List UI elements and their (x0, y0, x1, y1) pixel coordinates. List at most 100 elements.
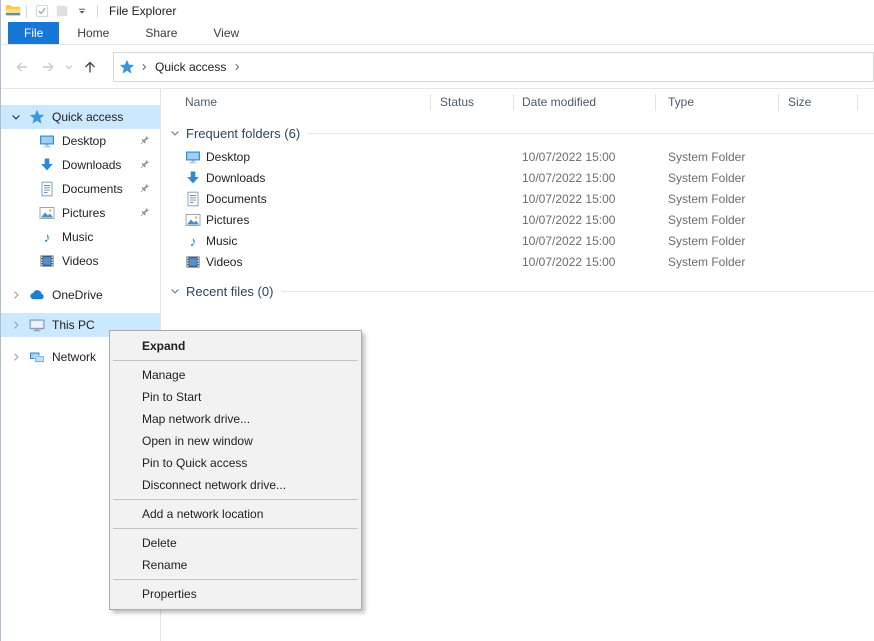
breadcrumb-segment[interactable]: Quick access (153, 60, 228, 74)
sidebar-item-label: Music (62, 230, 93, 244)
sidebar-item-label: Pictures (62, 206, 105, 220)
file-row-music[interactable]: ♪ Music 10/07/2022 15:00 System Folder (161, 231, 874, 252)
sidebar-item-label: Desktop (62, 134, 106, 148)
music-note-icon: ♪ (39, 229, 55, 245)
file-row-documents[interactable]: Documents 10/07/2022 15:00 System Folder (161, 189, 874, 210)
column-header-type[interactable]: Type (668, 89, 694, 115)
column-header-row: Name Status Date modified Type Size (161, 89, 874, 115)
recent-locations-button[interactable] (61, 54, 77, 80)
tab-file[interactable]: File (8, 22, 59, 44)
menu-item-pin-to-start[interactable]: Pin to Start (110, 386, 361, 408)
column-resize-handle[interactable] (778, 94, 779, 111)
forward-button[interactable] (35, 54, 61, 80)
sidebar-item-quick-access[interactable]: Quick access (1, 105, 160, 129)
column-header-status[interactable]: Status (440, 89, 474, 115)
sidebar-item-label: Documents (62, 182, 123, 196)
column-header-size[interactable]: Size (788, 89, 811, 115)
file-row-pictures[interactable]: Pictures 10/07/2022 15:00 System Folder (161, 210, 874, 231)
sidebar-item-videos[interactable]: Videos (1, 249, 160, 273)
menu-separator (113, 528, 358, 529)
menu-separator (113, 499, 358, 500)
chevron-down-icon[interactable] (10, 111, 22, 123)
videos-film-icon (185, 254, 201, 270)
network-icon (29, 349, 45, 365)
sidebar-item-documents[interactable]: Documents (1, 177, 160, 201)
menu-item-disconnect-network-drive[interactable]: Disconnect network drive... (110, 474, 361, 496)
file-type: System Folder (668, 231, 745, 252)
column-resize-handle[interactable] (430, 94, 431, 111)
file-row-videos[interactable]: Videos 10/07/2022 15:00 System Folder (161, 252, 874, 273)
file-name: Videos (206, 252, 242, 273)
ribbon-tab-bar: File Home Share View (1, 22, 874, 45)
breadcrumb-chevron-icon[interactable] (232, 62, 242, 72)
pin-icon (138, 207, 150, 219)
menu-item-rename[interactable]: Rename (110, 554, 361, 576)
column-resize-handle[interactable] (513, 94, 514, 111)
column-header-name[interactable]: Name (185, 89, 217, 115)
menu-item-manage[interactable]: Manage (110, 364, 361, 386)
desktop-icon (185, 149, 201, 165)
file-explorer-logo-icon (5, 3, 21, 19)
pin-icon (138, 159, 150, 171)
sidebar-item-onedrive[interactable]: OneDrive (1, 283, 160, 307)
up-button[interactable] (77, 54, 103, 80)
pin-icon (138, 183, 150, 195)
breadcrumb-chevron-icon[interactable] (139, 62, 149, 72)
chevron-right-icon[interactable] (10, 351, 22, 363)
file-row-desktop[interactable]: Desktop 10/07/2022 15:00 System Folder (161, 147, 874, 168)
menu-item-map-network-drive[interactable]: Map network drive... (110, 408, 361, 430)
sidebar-item-desktop[interactable]: Desktop (1, 129, 160, 153)
sidebar-item-pictures[interactable]: Pictures (1, 201, 160, 225)
menu-item-expand[interactable]: Expand (110, 335, 361, 357)
file-name: Music (206, 231, 237, 252)
pictures-icon (185, 212, 201, 228)
column-resize-handle[interactable] (857, 94, 858, 111)
music-note-icon: ♪ (185, 233, 201, 249)
back-button[interactable] (9, 54, 35, 80)
menu-item-pin-to-quick-access[interactable]: Pin to Quick access (110, 452, 361, 474)
menu-item-open-in-new-window[interactable]: Open in new window (110, 430, 361, 452)
file-date-modified: 10/07/2022 15:00 (522, 168, 615, 189)
sidebar-item-label: Network (52, 350, 96, 364)
menu-item-properties[interactable]: Properties (110, 583, 361, 605)
column-resize-handle[interactable] (655, 94, 656, 111)
group-chevron-icon[interactable] (169, 285, 181, 297)
quick-access-star-icon (119, 59, 135, 75)
group-header-label: Frequent folders (6) (186, 126, 300, 141)
quick-access-star-icon (29, 109, 45, 125)
onedrive-cloud-icon (29, 287, 45, 303)
group-header-recent-files[interactable]: Recent files (0) (161, 281, 874, 301)
sidebar-item-downloads[interactable]: Downloads (1, 153, 160, 177)
file-date-modified: 10/07/2022 15:00 (522, 252, 615, 273)
new-item-button[interactable] (52, 2, 72, 20)
menu-item-delete[interactable]: Delete (110, 532, 361, 554)
chevron-right-icon[interactable] (10, 319, 22, 331)
tab-home[interactable]: Home (59, 22, 127, 44)
file-date-modified: 10/07/2022 15:00 (522, 231, 615, 252)
sidebar-item-music[interactable]: ♪ Music (1, 225, 160, 249)
file-type: System Folder (668, 189, 745, 210)
computer-icon (29, 317, 45, 333)
menu-item-add-a-network-location[interactable]: Add a network location (110, 503, 361, 525)
documents-icon (185, 191, 201, 207)
customize-quick-access-toolbar-button[interactable] (72, 2, 92, 20)
sidebar-item-label: Downloads (62, 158, 121, 172)
videos-film-icon (39, 253, 55, 269)
toolbar-separator (97, 5, 98, 18)
group-chevron-icon[interactable] (169, 127, 181, 139)
tab-view[interactable]: View (195, 22, 257, 44)
sidebar-item-label: Videos (62, 254, 98, 268)
pictures-icon (39, 205, 55, 221)
toolbar-separator (26, 5, 27, 18)
file-row-downloads[interactable]: Downloads 10/07/2022 15:00 System Folder (161, 168, 874, 189)
menu-separator (113, 360, 358, 361)
properties-button[interactable] (32, 2, 52, 20)
navigation-bar: Quick access (1, 45, 874, 89)
window-title: File Explorer (109, 4, 176, 18)
address-bar[interactable]: Quick access (113, 52, 874, 82)
column-header-date-modified[interactable]: Date modified (522, 89, 596, 115)
chevron-right-icon[interactable] (10, 289, 22, 301)
tab-share[interactable]: Share (127, 22, 195, 44)
sidebar-item-label: OneDrive (52, 288, 103, 302)
group-header-frequent-folders[interactable]: Frequent folders (6) (161, 123, 874, 143)
